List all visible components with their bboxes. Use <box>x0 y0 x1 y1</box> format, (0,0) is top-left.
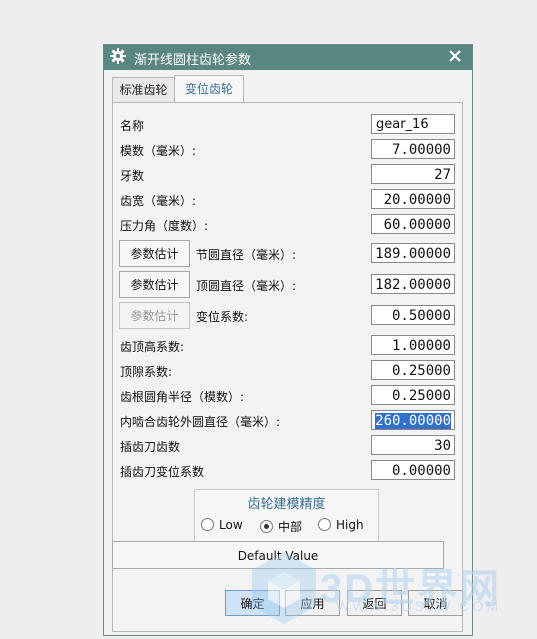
radio-high-label: High <box>336 518 364 532</box>
cutter-shift-field[interactable]: 0.00000 <box>371 460 455 480</box>
root-fillet-field[interactable]: 0.25000 <box>371 385 455 405</box>
pressure-angle-field[interactable]: 60.00000 <box>371 214 455 234</box>
face-width-label: 齿宽（毫米）: <box>120 194 197 208</box>
radio-medium[interactable]: 中部 <box>260 518 302 535</box>
radio-medium-label: 中部 <box>278 520 303 534</box>
addendum-coeff-field[interactable]: 1.00000 <box>371 335 455 355</box>
pressure-angle-label: 压力角（度数）: <box>120 219 209 233</box>
estimate-tip-button[interactable]: 参数估计 <box>119 271 190 298</box>
radio-medium-dot[interactable] <box>260 520 273 533</box>
face-width-field[interactable]: 20.00000 <box>371 189 455 209</box>
precision-title: 齿轮建模精度 <box>247 497 326 512</box>
teeth-label: 牙数 <box>120 169 145 183</box>
estimate-shift-button[interactable]: 参数估计 <box>119 302 190 329</box>
close-icon[interactable] <box>446 47 464 65</box>
dialog-title: 渐开线圆柱齿轮参数 <box>134 53 252 68</box>
pitch-diameter-field[interactable]: 189.00000 <box>371 243 455 263</box>
root-fillet-label: 齿根圆角半径（模数）: <box>120 390 245 404</box>
tip-diameter-label: 顶圆直径（毫米）: <box>196 279 297 293</box>
internal-diameter-field[interactable]: 260.00000 <box>371 410 455 430</box>
module-field[interactable]: 7.00000 <box>371 139 455 159</box>
module-label: 模数（毫米）: <box>120 144 197 158</box>
radio-high-dot[interactable] <box>318 518 331 531</box>
teeth-field[interactable]: 27 <box>371 164 455 184</box>
watermark-cube-icon <box>252 552 316 624</box>
cutter-teeth-label: 插齿刀齿数 <box>120 440 181 454</box>
watermark-url: WWW.3DSJW.COM <box>336 598 501 614</box>
tab-standard-gear[interactable]: 标准齿轮 <box>112 77 175 102</box>
cutter-teeth-field[interactable]: 30 <box>371 435 455 455</box>
internal-diameter-value: 260.00000 <box>375 413 451 429</box>
tip-diameter-field[interactable]: 182.00000 <box>371 274 455 294</box>
estimate-pitch-button[interactable]: 参数估计 <box>119 240 190 267</box>
tab-shifted-gear[interactable]: 变位齿轮 <box>174 75 244 103</box>
title-bar[interactable]: 渐开线圆柱齿轮参数 <box>104 45 472 70</box>
cutter-shift-label: 插齿刀变位系数 <box>120 465 205 479</box>
radio-low-label: Low <box>219 518 243 532</box>
clearance-coeff-label: 顶隙系数: <box>120 365 173 379</box>
clearance-coeff-field[interactable]: 0.25000 <box>371 360 455 380</box>
radio-high[interactable]: High <box>318 518 364 532</box>
pitch-diameter-label: 节圆直径（毫米）: <box>196 248 297 262</box>
radio-low-dot[interactable] <box>201 518 214 531</box>
gear-icon <box>110 48 126 64</box>
precision-group: 齿轮建模精度 Low 中部 High <box>194 489 379 545</box>
name-field[interactable]: gear_16 <box>371 114 455 134</box>
internal-diameter-label: 内啮合齿轮外圆直径（毫米）: <box>120 415 281 429</box>
shift-coeff-label: 变位系数: <box>196 310 249 324</box>
shift-coeff-field[interactable]: 0.50000 <box>371 305 455 325</box>
addendum-coeff-label: 齿顶高系数: <box>120 340 185 354</box>
name-label: 名称 <box>120 119 145 133</box>
radio-low[interactable]: Low <box>201 518 243 532</box>
